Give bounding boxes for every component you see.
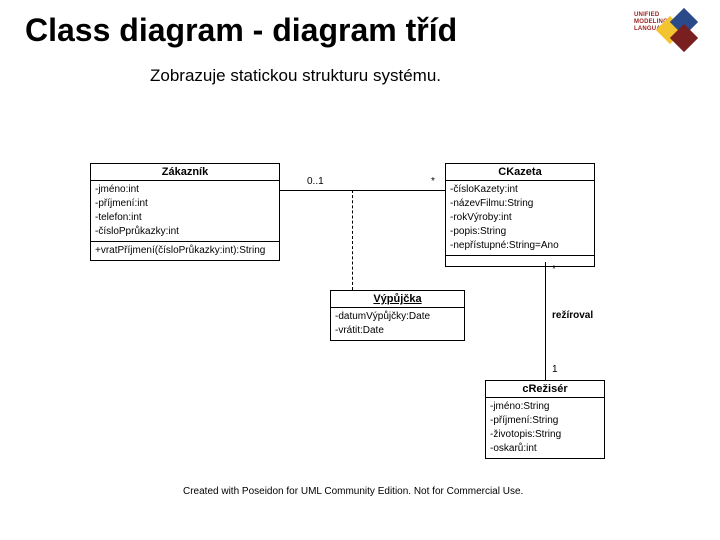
attr: -oskarů:int <box>490 442 600 456</box>
attr: -rokVýroby:int <box>450 211 590 225</box>
mult-ckazeta-side: * <box>431 176 435 187</box>
attr: -čísloPprůkazky:int <box>95 225 275 239</box>
assoc-ckazeta-reziser <box>545 262 546 380</box>
page-subtitle: Zobrazuje statickou strukturu systému. <box>150 66 441 86</box>
uml-logo: UNIFIED MODELING LANGUAGE <box>634 8 698 56</box>
assoc-zakaznik-ckazeta <box>280 190 445 191</box>
class-reziser: cRežisér -jméno:String -příjmení:String … <box>485 380 605 459</box>
class-vypujcka: Výpůjčka -datumVýpůjčky:Date -vrátit:Dat… <box>330 290 465 341</box>
class-ckazeta-attrs: -čísloKazety:int -názevFilmu:String -rok… <box>446 181 594 256</box>
assoc-class-link <box>352 190 353 290</box>
attr: -datumVýpůjčky:Date <box>335 310 460 324</box>
footer-note: Created with Poseidon for UML Community … <box>183 486 523 497</box>
mult-ckazeta-reziser-bottom: 1 <box>552 364 558 375</box>
class-ckazeta-ops <box>446 256 594 266</box>
slide-canvas: Class diagram - diagram tříd Zobrazuje s… <box>0 0 720 540</box>
mult-ckazeta-reziser-top: * <box>552 264 556 275</box>
class-vypujcka-attrs: -datumVýpůjčky:Date -vrátit:Date <box>331 308 464 340</box>
class-zakaznik-attrs: -jméno:int -příjmení:int -telefon:int -č… <box>91 181 279 242</box>
mult-zakaznik-side: 0..1 <box>307 176 324 187</box>
attr: -názevFilmu:String <box>450 197 590 211</box>
attr: -popis:String <box>450 225 590 239</box>
assoc-label-reziroval: režíroval <box>552 310 593 321</box>
attr: -jméno:String <box>490 400 600 414</box>
class-vypujcka-name: Výpůjčka <box>331 291 464 308</box>
attr: -telefon:int <box>95 211 275 225</box>
class-reziser-name: cRežisér <box>486 381 604 398</box>
attr: -jméno:int <box>95 183 275 197</box>
op: +vratPříjmení(čísloPrůkazky:int):String <box>95 244 275 258</box>
attr: -čísloKazety:int <box>450 183 590 197</box>
class-zakaznik: Zákazník -jméno:int -příjmení:int -telef… <box>90 163 280 261</box>
page-title: Class diagram - diagram tříd <box>25 12 457 49</box>
attr: -životopis:String <box>490 428 600 442</box>
class-zakaznik-name: Zákazník <box>91 164 279 181</box>
attr: -příjmení:String <box>490 414 600 428</box>
class-ckazeta: CKazeta -čísloKazety:int -názevFilmu:Str… <box>445 163 595 267</box>
attr: -příjmení:int <box>95 197 275 211</box>
class-ckazeta-name: CKazeta <box>446 164 594 181</box>
class-zakaznik-ops: +vratPříjmení(čísloPrůkazky:int):String <box>91 242 279 260</box>
attr: -nepřístupné:String=Ano <box>450 239 590 253</box>
attr: -vrátit:Date <box>335 324 460 338</box>
class-reziser-attrs: -jméno:String -příjmení:String -životopi… <box>486 398 604 458</box>
